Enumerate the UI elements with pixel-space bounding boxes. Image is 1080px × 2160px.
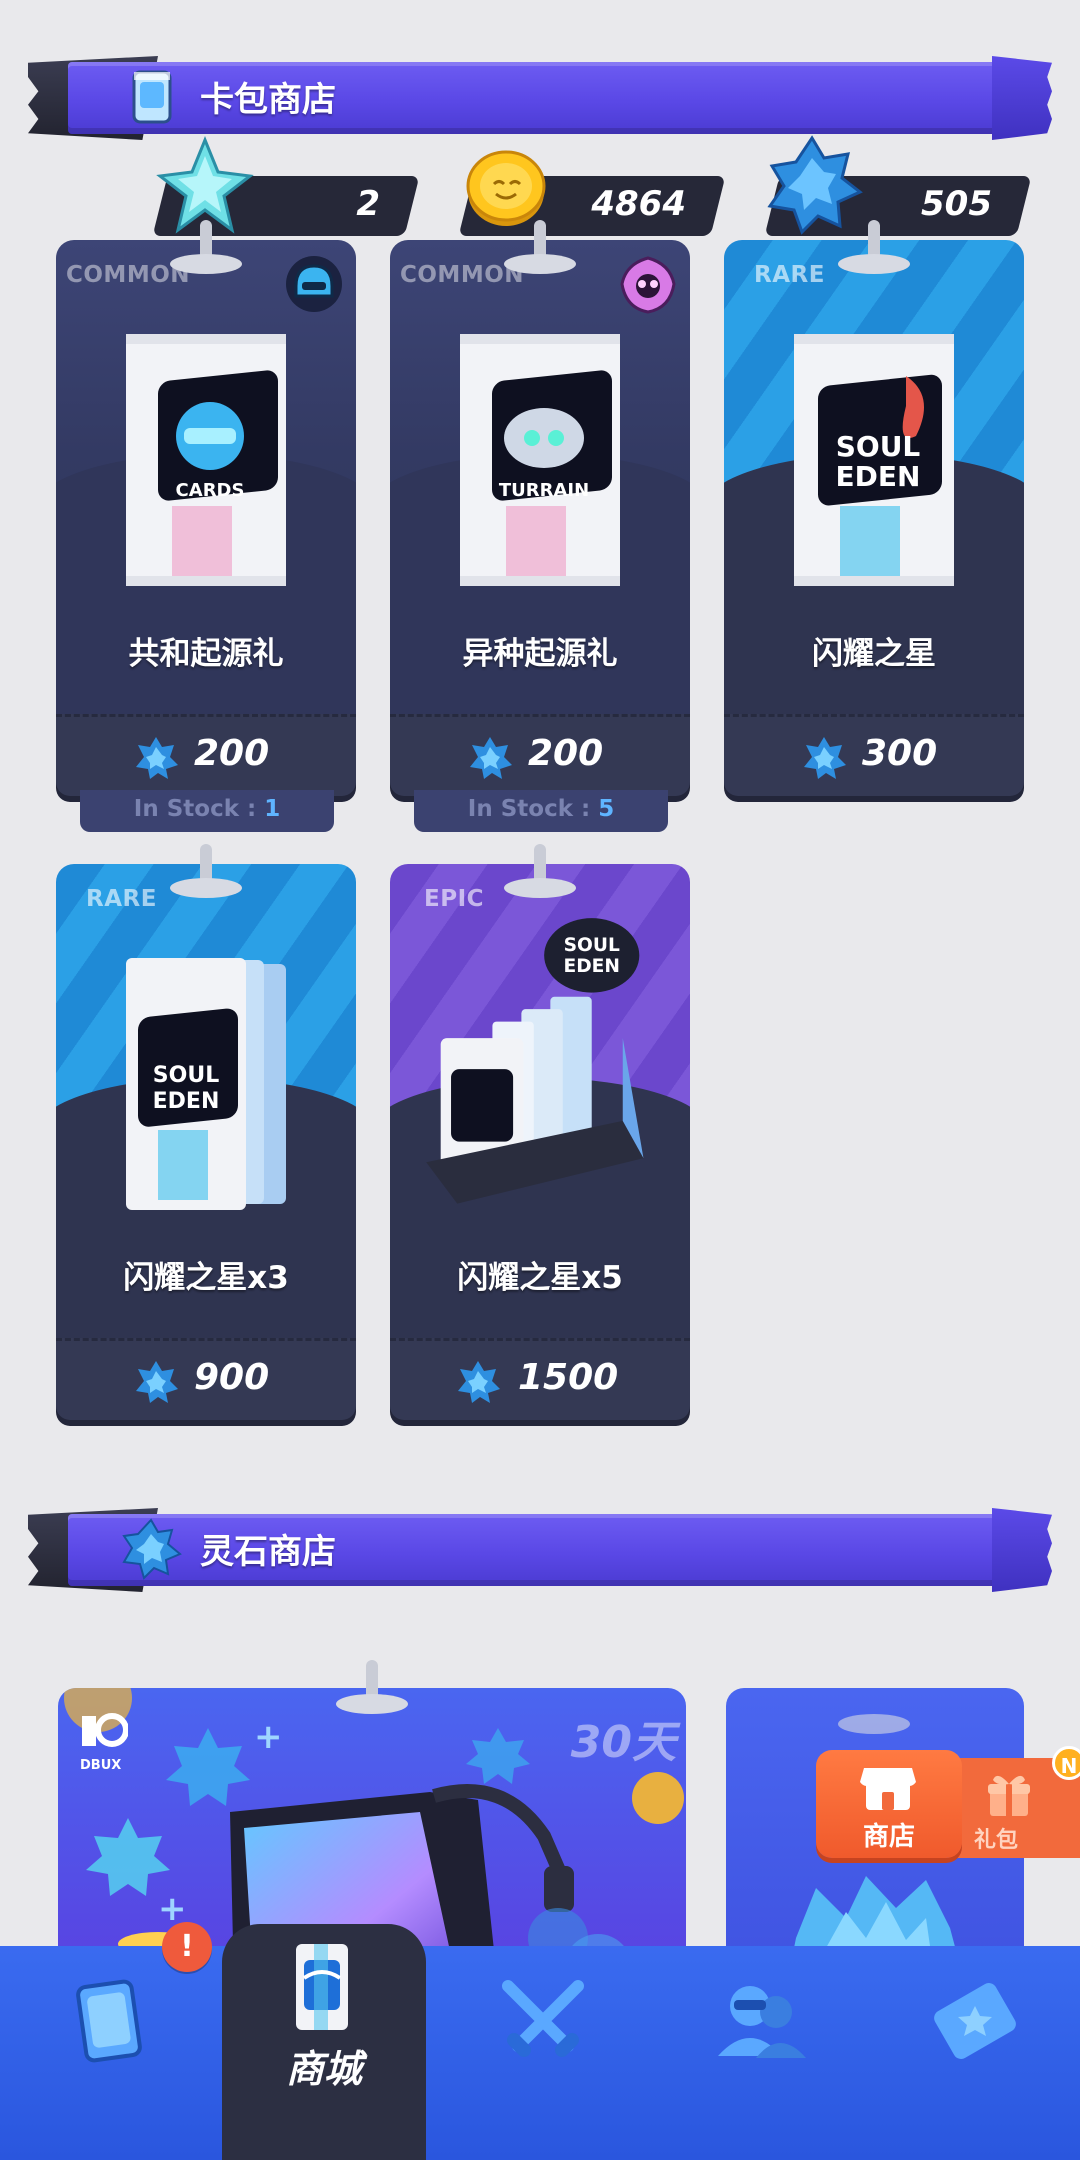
crystal-icon	[804, 737, 846, 779]
svg-text:EDEN: EDEN	[153, 1089, 220, 1114]
brand-logo-icon	[82, 1713, 128, 1747]
card-pack-item[interactable]: COMMON CARDS 共和起源礼 200	[56, 220, 356, 796]
nav-shop-label: 商城	[285, 2047, 362, 2091]
crystal-shop-banner: 灵石商店	[28, 1508, 1052, 1592]
triple-pack-image: SOUL EDEN	[126, 958, 286, 1210]
card-name: 共和起源礼	[128, 636, 284, 672]
card-name: 闪耀之星x5	[457, 1260, 623, 1296]
floating-store-panel: 礼包 N 商店	[816, 1746, 1080, 1862]
card-shop-title: 卡包商店	[200, 80, 336, 120]
nav-cards[interactable]	[56, 1966, 166, 2076]
coin-value: 4864	[591, 184, 686, 224]
stock-count: 5	[598, 796, 615, 822]
hanger-hook-icon	[838, 220, 910, 274]
nav-shop[interactable]: 商城	[222, 1924, 426, 2160]
nav-social[interactable]	[706, 1966, 816, 2076]
days-label: 30天	[570, 1717, 676, 1768]
crystal-icon	[122, 1518, 182, 1580]
gift-icon	[988, 1775, 1030, 1816]
crystal-icon	[458, 1361, 500, 1403]
star-shard-value: 2	[356, 184, 380, 224]
price-button[interactable]: 1500	[390, 1338, 690, 1420]
svg-text:SOUL: SOUL	[153, 1063, 219, 1088]
crystal-shop-title: 灵石商店	[200, 1532, 336, 1572]
stock-indicator: In Stock : 5	[414, 790, 668, 832]
rarity-label: RARE	[754, 262, 825, 288]
friends-icon	[718, 1986, 806, 2058]
card-pack-image: CARDS	[126, 334, 286, 586]
crystal-value: 505	[921, 184, 992, 224]
ticket-icon	[934, 1983, 1016, 2059]
price-value: 200	[528, 733, 604, 774]
price-button[interactable]: 200	[390, 714, 690, 796]
svg-text:SOUL: SOUL	[836, 430, 921, 463]
hanger-hook-icon	[170, 844, 242, 898]
card-pack-item[interactable]: COMMON TURRAIN 异种起源礼 200	[390, 220, 690, 796]
price-button[interactable]: 900	[56, 1338, 356, 1420]
nav-pass[interactable]	[920, 1966, 1030, 2076]
rarity-label: RARE	[86, 886, 157, 912]
stock-label: In Stock :	[467, 796, 599, 822]
store-icon	[860, 1768, 916, 1810]
card-pack-item[interactable]: RARE SOUL EDEN 闪耀之星 300	[724, 220, 1024, 796]
store-label: 商店	[862, 1822, 915, 1852]
gift-label: 礼包	[974, 1828, 1019, 1853]
store-button[interactable]: 商店	[816, 1750, 962, 1858]
svg-text:EDEN: EDEN	[563, 956, 619, 977]
price-button[interactable]: 200	[56, 714, 356, 796]
svg-text:+: +	[254, 1717, 283, 1757]
banner-right-cap	[992, 1508, 1052, 1592]
price-value: 900	[194, 1357, 270, 1398]
crystal-icon	[136, 1361, 178, 1403]
coin-counter: 4864	[456, 150, 726, 240]
hanger-hook-icon	[170, 220, 242, 274]
nav-battle[interactable]	[488, 1966, 598, 2076]
shop-pack-icon	[296, 1944, 348, 2030]
card-pack-item[interactable]: RARE SOUL EDEN 闪耀之星x3 900	[56, 844, 356, 1420]
faction-mech-icon	[286, 256, 342, 312]
card-name: 异种起源礼	[462, 636, 618, 672]
crystal-icon	[136, 737, 178, 779]
price-value: 300	[862, 733, 938, 774]
price-value: 200	[194, 733, 270, 774]
card-pack-icon	[132, 70, 172, 124]
card-deck-icon	[76, 1979, 142, 2063]
card-name: 闪耀之星x3	[123, 1260, 289, 1296]
hanger-hook-icon	[504, 844, 576, 898]
card-name: 闪耀之星	[812, 636, 936, 672]
banner-right-cap	[992, 56, 1052, 140]
faction-xeno-icon	[620, 256, 676, 314]
stock-indicator: In Stock : 1	[80, 790, 334, 832]
svg-text:TURRAIN: TURRAIN	[499, 480, 589, 501]
card-pack-image: SOUL EDEN	[794, 334, 954, 586]
crystal-icon	[470, 737, 512, 779]
price-button[interactable]: 300	[724, 714, 1024, 796]
price-value: 1500	[518, 1357, 619, 1398]
stock-label: In Stock :	[133, 796, 265, 822]
card-pack-item[interactable]: EPIC SOUL EDEN 闪耀之星x5 1500	[390, 844, 690, 1420]
card-pack-image: TURRAIN	[460, 334, 620, 586]
svg-text:CARDS: CARDS	[176, 480, 245, 501]
alert-badge: !	[162, 1922, 212, 1972]
card-shop-banner: 卡包商店	[28, 56, 1052, 140]
crossed-swords-icon	[502, 1980, 584, 2057]
hanger-hook-icon	[336, 1660, 408, 1714]
svg-text:SOUL: SOUL	[564, 935, 620, 956]
svg-text:EDEN: EDEN	[836, 460, 921, 493]
rarity-label: EPIC	[424, 886, 485, 912]
bottom-nav: 商城	[0, 1924, 1080, 2160]
stock-count: 1	[264, 796, 281, 822]
booster-box-image: SOUL EDEN	[426, 918, 644, 1204]
new-badge: N	[1052, 1746, 1080, 1780]
hanger-hook-icon	[504, 220, 576, 274]
brand-name: DBUX	[80, 1758, 122, 1773]
